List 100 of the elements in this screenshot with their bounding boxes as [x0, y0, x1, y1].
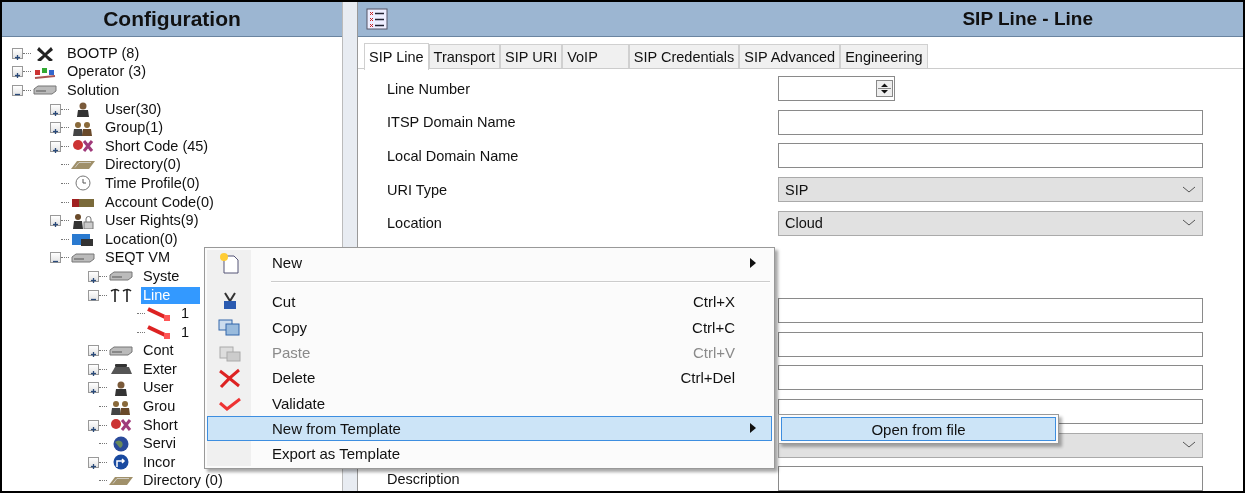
menu-item[interactable]: Delete Ctrl+Del — [207, 365, 772, 391]
tree-item[interactable]: Grou — [141, 398, 178, 416]
spin-field[interactable] — [778, 76, 895, 102]
tree-item[interactable]: Short Code (45) — [103, 137, 211, 155]
expand-toggle[interactable] — [50, 140, 61, 152]
expand-toggle[interactable] — [12, 66, 23, 78]
list-icon — [366, 8, 388, 30]
code-icon — [109, 417, 133, 434]
copy-icon — [218, 316, 242, 339]
expand-toggle[interactable] — [50, 103, 61, 115]
expand-toggle[interactable] — [88, 382, 99, 394]
field-label: URI Type — [387, 181, 448, 198]
expand-toggle[interactable] — [12, 47, 23, 59]
tree-item[interactable]: User — [141, 379, 176, 397]
tab[interactable]: Transport — [428, 44, 501, 68]
menu-item[interactable]: Open from file — [781, 417, 1056, 441]
plus-icon — [89, 387, 98, 397]
tree-item[interactable]: Directory(0) — [103, 156, 183, 174]
tab[interactable]: SIP URI — [500, 44, 563, 68]
lock-icon — [71, 212, 95, 229]
expand-toggle[interactable] — [50, 122, 61, 134]
dropdown[interactable]: SIP — [778, 177, 1203, 203]
tree-item[interactable]: Directory (0) — [141, 472, 225, 490]
expand-toggle[interactable] — [50, 215, 61, 227]
field-label: Location — [387, 215, 442, 232]
plus-icon — [51, 145, 60, 155]
text-field[interactable] — [778, 466, 1203, 491]
book-icon — [109, 476, 133, 485]
spinner-arrows-icon — [876, 80, 893, 98]
cable-icon — [147, 324, 171, 341]
panel-title: SIP Line - Line — [962, 8, 1093, 30]
expand-toggle[interactable] — [88, 270, 99, 282]
cable-icon — [147, 305, 171, 322]
group-icon — [71, 119, 95, 136]
chevron-down-icon — [1182, 441, 1196, 450]
tab[interactable]: SIP Advanced — [739, 44, 841, 68]
tree-item[interactable]: Location(0) — [103, 230, 180, 248]
field-label: Line Number — [387, 80, 470, 97]
tab[interactable]: Engineering — [840, 44, 928, 68]
tree-item[interactable]: 1 — [179, 305, 192, 323]
submenu-arrow-icon — [750, 423, 756, 434]
group-icon — [109, 398, 133, 415]
plus-icon — [89, 350, 98, 360]
text-field[interactable] — [778, 109, 1203, 135]
new-document-icon — [218, 251, 242, 274]
tree-item[interactable]: BOOTP (8) — [65, 44, 142, 62]
menu-item[interactable]: New from Template — [207, 415, 772, 442]
text-field[interactable] — [778, 365, 1203, 391]
tree-item[interactable]: 1 — [179, 323, 192, 341]
field-label: Local Domain Name — [387, 148, 519, 164]
plus-icon — [51, 127, 60, 137]
plus-icon — [89, 461, 98, 471]
plus-icon — [51, 220, 60, 230]
tree-item[interactable]: Short — [141, 416, 180, 434]
expand-toggle[interactable] — [88, 363, 99, 375]
text-field[interactable] — [778, 143, 1203, 169]
text-field[interactable] — [778, 331, 1203, 357]
tab[interactable]: VoIP — [562, 44, 629, 68]
plus-icon — [89, 424, 98, 434]
tree-item[interactable]: Account Code(0) — [103, 193, 216, 211]
menu-item[interactable]: Copy Ctrl+C — [207, 314, 772, 340]
tree-item[interactable]: Operator (3) — [65, 63, 148, 81]
tree-item[interactable]: Exter — [141, 360, 179, 378]
panel-title: Configuration — [102, 7, 242, 31]
text-field[interactable] — [778, 298, 1203, 324]
field-label: ITSP Domain Name — [387, 114, 516, 131]
submenu-arrow-icon — [750, 257, 756, 268]
plus-icon — [13, 52, 22, 62]
menu-item[interactable]: Validate — [207, 390, 772, 416]
plus-icon — [51, 108, 60, 118]
expand-toggle[interactable] — [50, 252, 61, 264]
tree-item[interactable]: SEQT VM — [103, 249, 172, 267]
dropdown[interactable]: Cloud — [778, 210, 1203, 236]
chevron-down-icon — [1182, 185, 1196, 194]
menu-item[interactable]: Cut Ctrl+X — [207, 289, 772, 315]
tree-item[interactable]: Group(1) — [103, 119, 166, 137]
tree-item[interactable]: Solution — [65, 82, 122, 99]
code-icon — [71, 138, 95, 155]
menu-item[interactable]: New — [207, 250, 772, 276]
tree-item[interactable]: Syste — [141, 267, 182, 285]
plus-icon — [89, 275, 98, 285]
expand-toggle[interactable] — [88, 289, 99, 301]
tab[interactable]: SIP Line — [364, 43, 429, 70]
delete-x-icon — [218, 366, 242, 389]
field-label: Description — [387, 470, 460, 487]
tab[interactable]: SIP Credentials — [628, 44, 740, 68]
book-icon — [71, 160, 95, 169]
expand-toggle[interactable] — [88, 419, 99, 431]
expand-toggle[interactable] — [12, 85, 23, 96]
tree-item[interactable]: Time Profile(0) — [103, 174, 202, 192]
menu-item[interactable]: Export as Template — [207, 441, 772, 467]
tree-item[interactable]: Incor — [141, 453, 178, 471]
plus-icon — [89, 368, 98, 378]
tree-item[interactable]: User(30) — [103, 100, 164, 118]
expand-toggle[interactable] — [88, 456, 99, 468]
expand-toggle[interactable] — [88, 345, 99, 357]
tree-item[interactable]: Cont — [141, 342, 176, 360]
plus-icon — [13, 71, 22, 81]
tree-item[interactable]: User Rights(9) — [103, 212, 201, 230]
tree-item[interactable]: Servi — [141, 435, 179, 453]
